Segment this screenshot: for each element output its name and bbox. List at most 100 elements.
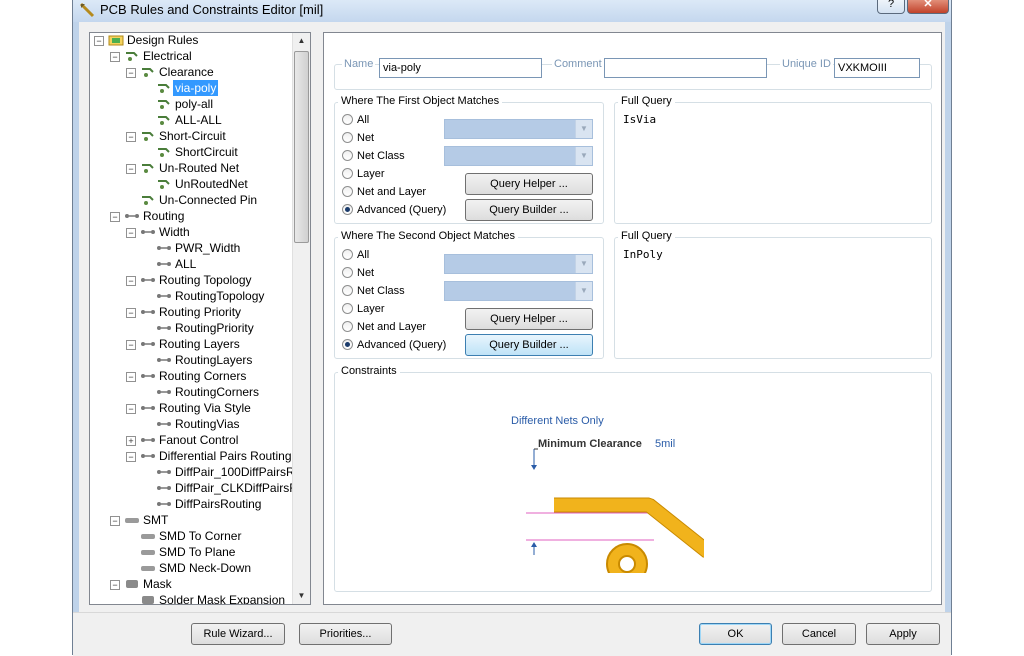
tree-node[interactable]: − Routing Corners — [90, 368, 293, 384]
collapse-icon[interactable]: − — [126, 164, 136, 174]
first-net-combo[interactable]: ▼ — [444, 119, 593, 139]
smt-rule-icon — [140, 562, 156, 574]
first-full-query-text[interactable]: IsVia — [623, 113, 656, 126]
radio-icon[interactable] — [342, 285, 353, 296]
radio-icon[interactable] — [342, 339, 353, 350]
collapse-icon[interactable]: − — [126, 228, 136, 238]
collapse-icon[interactable]: − — [126, 68, 136, 78]
first-query-helper-button[interactable]: Query Helper ... — [465, 173, 593, 195]
cancel-button[interactable]: Cancel — [782, 623, 856, 645]
collapse-icon[interactable]: − — [126, 404, 136, 414]
routing-rule-icon — [156, 482, 172, 494]
collapse-icon[interactable]: − — [110, 52, 120, 62]
second-query-builder-button[interactable]: Query Builder ... — [465, 334, 593, 356]
tree-node[interactable]: UnRoutedNet — [90, 176, 293, 192]
collapse-icon[interactable]: − — [110, 580, 120, 590]
priorities-button[interactable]: Priorities... — [299, 623, 392, 645]
radio-icon[interactable] — [342, 168, 353, 179]
collapse-icon[interactable]: − — [94, 36, 104, 46]
tree-node[interactable]: − Clearance — [90, 64, 293, 80]
radio-label: Net — [357, 132, 375, 144]
radio-icon[interactable] — [342, 150, 353, 161]
collapse-icon[interactable]: − — [126, 132, 136, 142]
smt-rule-icon — [140, 530, 156, 542]
title-bar[interactable]: PCB Rules and Constraints Editor [mil] ?… — [73, 0, 951, 22]
tree-node[interactable]: SMD To Plane — [90, 544, 293, 560]
radio-icon[interactable] — [342, 186, 353, 197]
radio-label: Net Class — [357, 285, 405, 297]
tree-node[interactable]: RoutingLayers — [90, 352, 293, 368]
tree-node[interactable]: poly-all — [90, 96, 293, 112]
tree-node[interactable]: DiffPair_100DiffPairsRout — [90, 464, 293, 480]
close-button[interactable]: ✕ — [907, 0, 949, 14]
scroll-thumb[interactable] — [294, 51, 309, 243]
collapse-icon[interactable]: − — [126, 276, 136, 286]
tree-node-label: Routing Corners — [159, 369, 247, 383]
clearance-rule-icon — [140, 66, 156, 78]
collapse-icon[interactable]: − — [110, 212, 120, 222]
expand-icon[interactable]: + — [126, 436, 136, 446]
apply-button[interactable]: Apply — [866, 623, 940, 645]
rule-wizard-button[interactable]: Rule Wizard... — [191, 623, 285, 645]
tree-node[interactable]: ALL — [90, 256, 293, 272]
arrow-up-icon — [531, 542, 537, 547]
second-full-query-text[interactable]: InPoly — [623, 248, 663, 261]
tree-node[interactable]: DiffPair_CLKDiffPairsRou — [90, 480, 293, 496]
collapse-icon[interactable]: − — [126, 308, 136, 318]
tree-node[interactable]: − Short-Circuit — [90, 128, 293, 144]
tree-node[interactable]: PWR_Width — [90, 240, 293, 256]
tree-node[interactable]: Solder Mask Expansion — [90, 592, 293, 604]
tree-node[interactable]: via-poly — [90, 80, 293, 96]
unique-id-input[interactable]: VXKMOIII — [834, 58, 920, 78]
tree-node[interactable]: SMD To Corner — [90, 528, 293, 544]
collapse-icon[interactable]: − — [126, 340, 136, 350]
tree-node[interactable]: DiffPairsRouting — [90, 496, 293, 512]
tree-node[interactable]: − Routing Priority — [90, 304, 293, 320]
radio-icon[interactable] — [342, 321, 353, 332]
ok-button[interactable]: OK — [699, 623, 772, 645]
second-query-helper-button[interactable]: Query Helper ... — [465, 308, 593, 330]
comment-input[interactable] — [604, 58, 767, 78]
tree-node[interactable]: − Routing Layers — [90, 336, 293, 352]
tree-node[interactable]: − Mask — [90, 576, 293, 592]
radio-icon[interactable] — [342, 303, 353, 314]
collapse-icon[interactable]: − — [126, 372, 136, 382]
second-netclass-combo[interactable]: ▼ — [444, 281, 593, 301]
tree-node[interactable]: RoutingCorners — [90, 384, 293, 400]
tree-node[interactable]: RoutingPriority — [90, 320, 293, 336]
tree-node[interactable]: ShortCircuit — [90, 144, 293, 160]
via-hole-shape — [618, 555, 636, 573]
tree-node[interactable]: − Routing — [90, 208, 293, 224]
collapse-icon[interactable]: − — [126, 452, 136, 462]
tree-node-label: Routing — [143, 209, 185, 223]
tree-node[interactable]: SMD Neck-Down — [90, 560, 293, 576]
second-net-combo[interactable]: ▼ — [444, 254, 593, 274]
radio-icon[interactable] — [342, 114, 353, 125]
comment-label: Comment — [552, 58, 604, 70]
name-input[interactable]: via-poly — [379, 58, 542, 78]
tree-node[interactable]: − SMT — [90, 512, 293, 528]
radio-icon[interactable] — [342, 267, 353, 278]
radio-icon[interactable] — [342, 204, 353, 215]
scroll-down-icon[interactable]: ▼ — [293, 588, 310, 604]
first-netclass-combo[interactable]: ▼ — [444, 146, 593, 166]
tree-node[interactable]: Un-Connected Pin — [90, 192, 293, 208]
tree-node[interactable]: − Electrical — [90, 48, 293, 64]
tree-node[interactable]: RoutingVias — [90, 416, 293, 432]
radio-icon[interactable] — [342, 249, 353, 260]
tree-node[interactable]: − Un-Routed Net — [90, 160, 293, 176]
scroll-up-icon[interactable]: ▲ — [293, 33, 310, 49]
tree-node[interactable]: − Differential Pairs Routing — [90, 448, 293, 464]
tree-node[interactable]: − Width — [90, 224, 293, 240]
tree-node[interactable]: − Routing Topology — [90, 272, 293, 288]
collapse-icon[interactable]: − — [110, 516, 120, 526]
tree-scrollbar[interactable]: ▲ ▼ — [292, 33, 310, 604]
radio-icon[interactable] — [342, 132, 353, 143]
tree-node[interactable]: − Routing Via Style — [90, 400, 293, 416]
first-query-builder-button[interactable]: Query Builder ... — [465, 199, 593, 221]
tree-node[interactable]: − Design Rules — [90, 33, 293, 48]
tree-node[interactable]: ALL-ALL — [90, 112, 293, 128]
tree-node[interactable]: RoutingTopology — [90, 288, 293, 304]
help-button[interactable]: ? — [877, 0, 905, 14]
tree-node[interactable]: + Fanout Control — [90, 432, 293, 448]
